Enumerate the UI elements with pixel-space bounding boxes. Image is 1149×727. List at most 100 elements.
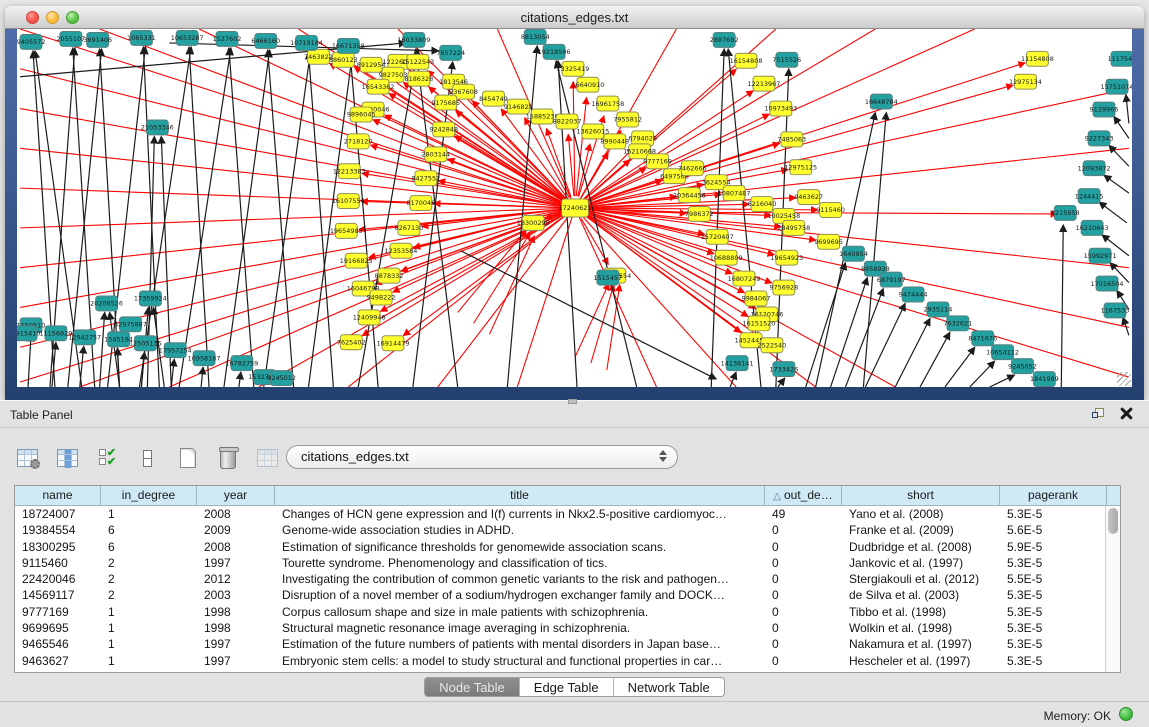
table-cell: 18300295: [15, 539, 101, 555]
graph-node-label: 12942757: [68, 333, 101, 341]
graph-edge: [806, 263, 846, 387]
float-panel-icon[interactable]: [1092, 408, 1105, 421]
graph-edge: [865, 303, 905, 387]
column-header-out_de[interactable]: △out_de…: [765, 486, 842, 505]
graph-node-label: 7463822: [304, 53, 333, 61]
merge-tables-icon[interactable]: [134, 445, 161, 472]
table-row[interactable]: 2242004622012Investigating the contribut…: [15, 571, 1120, 587]
scrollbar-thumb[interactable]: [1108, 508, 1118, 534]
citation-network-graph[interactable]: 8860123891295412226058982750316543362818…: [17, 29, 1132, 387]
dropdown-stepper-icon: [659, 450, 667, 462]
table-row[interactable]: 946362711997Embryonic stem cells: a mode…: [15, 653, 1120, 669]
new-table-icon[interactable]: [174, 445, 201, 472]
table-row[interactable]: 1938455462009Genome-wide association stu…: [15, 522, 1120, 538]
sort-ascending-icon: △: [773, 491, 781, 502]
graph-node-label: 9115460: [816, 206, 845, 214]
table-cell: 9699695: [15, 620, 101, 636]
graph-node-label: 8267130: [395, 224, 424, 232]
table-cell: 2: [101, 555, 197, 571]
table-row[interactable]: 969969511998Structural magnetic resonanc…: [15, 620, 1120, 636]
graph-node-label: 9129966: [1090, 106, 1119, 114]
memory-ok-indicator[interactable]: [1119, 707, 1133, 721]
column-header-title[interactable]: title: [275, 486, 765, 505]
tab-edge-table[interactable]: Edge Table: [519, 677, 613, 697]
column-header-year[interactable]: year: [197, 486, 275, 505]
table-row[interactable]: 911546021997Tourette syndrome. Phenomeno…: [15, 555, 1120, 571]
graph-node-label: 16107554: [332, 197, 365, 205]
graph-edge: [189, 47, 209, 387]
column-header-name[interactable]: name: [15, 486, 101, 505]
table-row[interactable]: 946554611997Estimation of the future num…: [15, 636, 1120, 652]
table-cell: 5.9E-5: [1000, 539, 1107, 555]
graph-node-label: 16807249: [728, 275, 761, 283]
gear-icon: [30, 459, 40, 469]
graph-edge: [568, 134, 574, 196]
table-row[interactable]: 977716911998Corpus callosum shape and si…: [15, 604, 1120, 620]
tab-network-table[interactable]: Network Table: [613, 677, 725, 697]
table-row[interactable]: 1872400712008Changes of HCN gene express…: [15, 506, 1120, 522]
graph-node-label: 7986372: [685, 210, 714, 218]
column-header-in_degree[interactable]: in_degree: [101, 486, 197, 505]
canvas-resize-grip[interactable]: [1117, 372, 1131, 386]
table-panel-header: Table Panel: [0, 401, 1149, 428]
table-vertical-scrollbar[interactable]: [1105, 506, 1120, 672]
graph-node-label: 9756928: [769, 284, 798, 292]
table-row[interactable]: 1830029562008Estimation of significance …: [15, 539, 1120, 555]
column-header-pagerank[interactable]: pagerank: [1000, 486, 1107, 505]
graph-edge: [229, 48, 254, 387]
graph-edge: [361, 201, 563, 207]
graph-node-label: 9984067: [742, 295, 771, 303]
graph-node-label: 16914479: [377, 339, 410, 347]
cytoscape-desktop: citations_edges.txt 88601238912954122260…: [0, 0, 1149, 727]
graph-edge: [201, 367, 203, 387]
table-cell: 22420046: [15, 571, 101, 587]
table-cell: Wolkin et al. (1998): [842, 620, 1000, 636]
table-cell: 1: [101, 620, 197, 636]
graph-node-label: 10654112: [986, 348, 1019, 356]
table-cell: Yano et al. (2008): [842, 506, 1000, 522]
table-cell: 5.3E-5: [1000, 636, 1107, 652]
graph-edge: [778, 378, 785, 387]
table-cell: 1: [101, 506, 197, 522]
table-cell: 2008: [197, 506, 275, 522]
network-canvas[interactable]: 8860123891295412226058982750316543362818…: [17, 29, 1132, 387]
graph-node-label: 6466160: [251, 37, 280, 45]
graph-node-label: 8454749: [479, 95, 508, 103]
close-panel-icon[interactable]: [1119, 406, 1133, 420]
table-header-row[interactable]: namein_degreeyeartitle△out_de…shortpager…: [15, 486, 1120, 506]
table-cell: Stergiakouli et al. (2012): [842, 571, 1000, 587]
column-header-short[interactable]: short: [842, 486, 1000, 505]
table-cell: 5.3E-5: [1000, 620, 1107, 636]
table-cell: 19384554: [15, 522, 101, 538]
table-cell: Genome-wide association studies in ADHD.: [275, 522, 765, 538]
graph-node-label: 9245012: [267, 374, 296, 382]
network-window-titlebar[interactable]: citations_edges.txt: [5, 6, 1144, 29]
table-cell: 2: [101, 571, 197, 587]
tab-node-table[interactable]: Node Table: [424, 677, 519, 697]
table-row[interactable]: 1456911722003Disruption of a novel membe…: [15, 587, 1120, 603]
show-columns-icon[interactable]: [54, 445, 81, 472]
graph-node-label: 10025458: [767, 212, 800, 220]
graph-node-label: 1733426: [769, 365, 798, 373]
table-cell: Structural magnetic resonance image aver…: [275, 620, 765, 636]
table-selector-dropdown[interactable]: citations_edges.txt: [286, 445, 678, 469]
graph-node-label: 9498222: [367, 294, 396, 302]
table-cell: 0: [765, 653, 842, 669]
table-cell: Embryonic stem cells: a model to study s…: [275, 653, 765, 669]
table-cell: 5.3E-5: [1000, 506, 1107, 522]
table-cell: 2012: [197, 571, 275, 587]
table-cell: 5.3E-5: [1000, 653, 1107, 669]
graph-node-label: 12213383: [333, 167, 366, 175]
graph-edge: [461, 251, 717, 379]
table-cell: 0: [765, 571, 842, 587]
graph-node-label: 8912954: [357, 61, 386, 69]
graph-node-label: 7632621: [943, 320, 972, 328]
graph-node-label: 18300295: [517, 219, 550, 227]
graph-node-label: 15720407: [701, 233, 734, 241]
select-rows-icon[interactable]: ✔✔: [94, 445, 121, 472]
table-settings-icon[interactable]: [14, 445, 41, 472]
graph-node-label: 17016504: [1091, 280, 1124, 288]
graph-node-label: 7955812: [613, 116, 642, 124]
delete-table-icon[interactable]: [214, 445, 241, 472]
table-cell: Franke et al. (2009): [842, 522, 1000, 538]
